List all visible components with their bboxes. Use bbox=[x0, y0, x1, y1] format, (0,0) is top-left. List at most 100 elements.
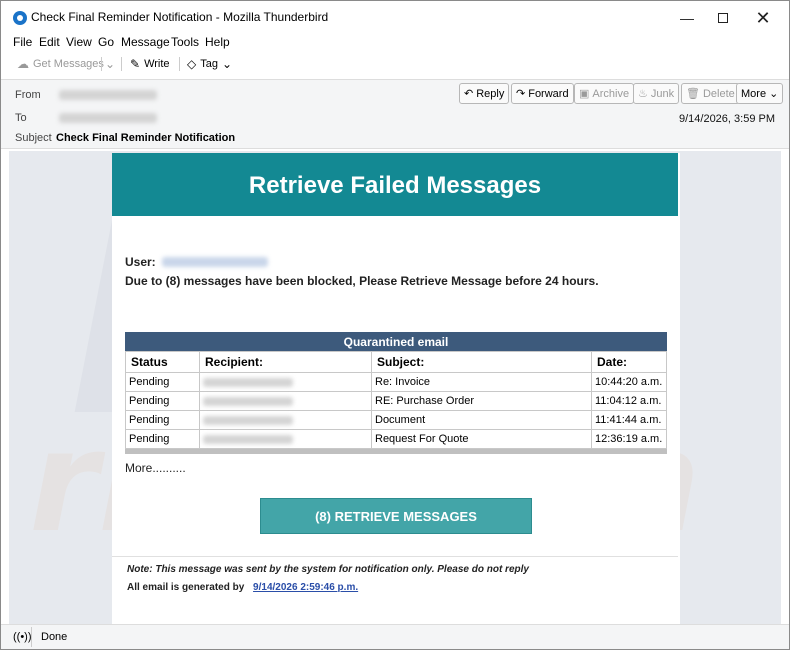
message-date: 9/14/2026, 3:59 PM bbox=[678, 113, 775, 125]
table-row: Pending Re: Invoice 10:44:20 a.m. bbox=[125, 372, 667, 392]
menu-file[interactable]: File bbox=[13, 35, 32, 49]
to-value-redacted bbox=[59, 113, 157, 123]
more-button[interactable]: More ⌄ bbox=[736, 83, 784, 104]
row-status: Pending bbox=[125, 372, 200, 392]
menu-message[interactable]: Message bbox=[121, 35, 170, 49]
chevron-down-icon: ⌄ bbox=[769, 88, 779, 100]
to-label: To bbox=[15, 112, 27, 124]
trash-icon: 🗑 bbox=[686, 88, 700, 100]
toolbar-separator bbox=[101, 57, 102, 71]
recipient-redacted bbox=[203, 377, 293, 387]
main-toolbar: ☁ Get Messages ⌄ ✎ Write ◇ Tag ⌄ bbox=[1, 52, 789, 76]
row-subject: Re: Invoice bbox=[371, 372, 592, 392]
col-recipient: Recipient: bbox=[199, 351, 372, 373]
more-label: More bbox=[741, 87, 767, 100]
junk-button[interactable]: ♨ Junk bbox=[633, 83, 680, 104]
menu-help[interactable]: Help bbox=[205, 35, 230, 49]
notice-text: Due to (8) messages have been blocked, P… bbox=[125, 274, 599, 288]
toolbar-separator bbox=[121, 57, 122, 71]
message-header: From To Subject Check Final Reminder Not… bbox=[1, 79, 789, 149]
title-bar: Check Final Reminder Notification - Mozi… bbox=[1, 1, 789, 33]
generated-line: All email is generated by 9/14/2026 2:59… bbox=[127, 582, 358, 593]
archive-icon: ▣ bbox=[579, 88, 590, 100]
table-header-row: Status Recipient: Subject: Date: bbox=[125, 351, 667, 373]
status-bar: ((•)) Done bbox=[1, 624, 789, 649]
row-date: 12:36:19 a.m. bbox=[591, 429, 667, 449]
menu-bar: File Edit View Go Message Tools Help bbox=[1, 32, 789, 52]
col-status: Status bbox=[125, 351, 200, 373]
download-icon: ☁ bbox=[17, 57, 29, 71]
delete-label: Delete bbox=[702, 87, 735, 100]
thunderbird-icon bbox=[13, 11, 27, 25]
more-text: More.......... bbox=[125, 461, 186, 475]
row-subject: RE: Purchase Order bbox=[371, 391, 592, 411]
row-date: 11:41:44 a.m. bbox=[591, 410, 667, 430]
row-status: Pending bbox=[125, 391, 200, 411]
row-status: Pending bbox=[125, 429, 200, 449]
forward-label: Forward bbox=[528, 87, 569, 100]
col-date: Date: bbox=[591, 351, 667, 373]
menu-view[interactable]: View bbox=[66, 35, 92, 49]
maximize-button[interactable] bbox=[709, 7, 737, 29]
minimize-button[interactable]: — bbox=[673, 7, 701, 29]
forward-icon: ↷ bbox=[516, 88, 526, 100]
get-messages-label: Get Messages bbox=[33, 58, 104, 70]
note-divider bbox=[112, 556, 678, 557]
row-date: 11:04:12 a.m. bbox=[591, 391, 667, 411]
user-value-redacted bbox=[162, 257, 268, 267]
row-recipient bbox=[199, 391, 372, 411]
delete-button[interactable]: 🗑 Delete bbox=[681, 83, 740, 104]
recipient-redacted bbox=[203, 415, 293, 425]
archive-button[interactable]: ▣ Archive bbox=[574, 83, 635, 104]
maximize-icon bbox=[718, 13, 728, 23]
message-content[interactable]: PC risk.com Retrieve Failed Messages Use… bbox=[9, 151, 781, 624]
status-text: Done bbox=[41, 631, 68, 643]
col-subject: Subject: bbox=[371, 351, 592, 373]
write-label: Write bbox=[144, 58, 170, 70]
row-date: 10:44:20 a.m. bbox=[591, 372, 667, 392]
from-label: From bbox=[15, 89, 41, 101]
subject-label: Subject bbox=[15, 132, 52, 144]
chevron-down-icon: ⌄ bbox=[105, 57, 116, 71]
tag-icon: ◇ bbox=[187, 57, 197, 71]
menu-edit[interactable]: Edit bbox=[39, 35, 60, 49]
toolbar-separator bbox=[179, 57, 180, 71]
forward-button[interactable]: ↷ Forward bbox=[511, 83, 574, 104]
flame-icon: ♨ bbox=[638, 88, 648, 100]
row-subject: Document bbox=[371, 410, 592, 430]
row-recipient bbox=[199, 429, 372, 449]
table-row: Pending RE: Purchase Order 11:04:12 a.m. bbox=[125, 391, 667, 411]
recipient-redacted bbox=[203, 434, 293, 444]
activity-icon: ((•)) bbox=[13, 631, 32, 643]
table-row: Pending Document 11:41:44 a.m. bbox=[125, 410, 667, 430]
write-button[interactable]: ✎ Write bbox=[130, 57, 170, 71]
get-messages-dropdown[interactable]: ⌄ bbox=[105, 57, 115, 71]
menu-go[interactable]: Go bbox=[98, 35, 114, 49]
from-value-redacted bbox=[59, 90, 157, 100]
row-status: Pending bbox=[125, 410, 200, 430]
chevron-down-icon: ⌄ bbox=[221, 57, 233, 71]
generated-date-link[interactable]: 9/14/2026 2:59:46 p.m. bbox=[253, 582, 358, 593]
retrieve-messages-button[interactable]: (8) RETRIEVE MESSAGES bbox=[260, 498, 532, 534]
get-messages-button[interactable]: ☁ Get Messages bbox=[17, 57, 104, 71]
window-title: Check Final Reminder Notification - Mozi… bbox=[31, 10, 329, 24]
status-separator bbox=[31, 627, 32, 647]
reply-icon: ↶ bbox=[464, 88, 474, 100]
subject-value: Check Final Reminder Notification bbox=[56, 132, 236, 144]
reply-button[interactable]: ↶ Reply bbox=[459, 83, 510, 104]
tag-label: Tag bbox=[200, 58, 218, 70]
row-subject: Request For Quote bbox=[371, 429, 592, 449]
quarantine-table: Quarantined email Status Recipient: Subj… bbox=[125, 332, 667, 454]
row-recipient bbox=[199, 410, 372, 430]
archive-label: Archive bbox=[592, 87, 630, 100]
generated-label: All email is generated by bbox=[127, 582, 245, 593]
thunderbird-window: Check Final Reminder Notification - Mozi… bbox=[0, 0, 790, 650]
junk-label: Junk bbox=[650, 87, 675, 100]
table-row: Pending Request For Quote 12:36:19 a.m. bbox=[125, 429, 667, 449]
menu-tools[interactable]: Tools bbox=[171, 35, 199, 49]
pencil-icon: ✎ bbox=[130, 57, 141, 71]
table-footer-bar bbox=[125, 449, 667, 454]
reply-label: Reply bbox=[476, 87, 505, 100]
close-button[interactable]: ✕ bbox=[749, 7, 777, 29]
tag-button[interactable]: ◇ Tag ⌄ bbox=[187, 57, 232, 71]
